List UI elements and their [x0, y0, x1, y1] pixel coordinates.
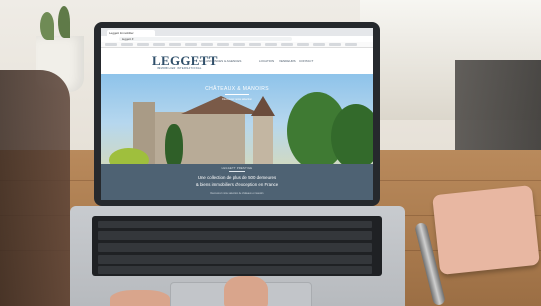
nav-item[interactable]: VENDEURS — [279, 59, 296, 63]
tree — [165, 124, 183, 164]
promo-note: Découvrez notre sélection de châteaux et… — [210, 192, 264, 195]
promo-kicker: LEGGETT PRESTIGE — [221, 167, 253, 170]
hand — [224, 276, 268, 306]
bookmark-item[interactable] — [153, 43, 165, 46]
key — [98, 243, 372, 252]
key — [98, 231, 372, 240]
bookmark-item[interactable] — [105, 43, 117, 46]
keyboard — [92, 216, 382, 276]
bookmark-item[interactable] — [297, 43, 309, 46]
bookmark-item[interactable] — [281, 43, 293, 46]
plant-leaf — [40, 12, 54, 40]
hero-subtitle: Découvrez notre sélection — [222, 98, 252, 101]
bookmark-item[interactable] — [233, 43, 245, 46]
bookmark-item[interactable] — [137, 43, 149, 46]
bookmark-item[interactable] — [313, 43, 325, 46]
key — [98, 266, 372, 274]
bookmark-item[interactable] — [121, 43, 133, 46]
nav-item[interactable]: CONTACT — [299, 59, 313, 63]
bookmark-item[interactable] — [185, 43, 197, 46]
hero-title: CHÂTEAUX & MANOIRS — [205, 86, 269, 92]
hero-divider — [225, 94, 249, 95]
promo-line: & biens immobiliers d'exception en Franc… — [195, 182, 279, 187]
photo-scene: Leggett Immobilier leggett.fr LEGGETT IM… — [0, 0, 541, 306]
bookmark-item[interactable] — [329, 43, 341, 46]
address-bar[interactable]: leggett.fr — [119, 37, 292, 41]
tree — [331, 104, 373, 164]
bookmark-item[interactable] — [217, 43, 229, 46]
site-logo-subtitle: IMMOBILIER INTERNATIONAL — [157, 67, 202, 70]
castle-turret — [253, 116, 273, 164]
notebook — [432, 184, 540, 276]
key — [98, 255, 372, 264]
key — [98, 221, 372, 228]
nav-item[interactable]: LOCATION — [259, 59, 274, 63]
hand — [110, 290, 170, 306]
nav-item[interactable]: NOS ANNONCES & AGENCES — [199, 59, 241, 63]
bookmark-item[interactable] — [249, 43, 261, 46]
promo-divider — [229, 171, 245, 172]
plant-leaf — [58, 6, 70, 38]
bookmark-item[interactable] — [201, 43, 213, 46]
person-silhouette — [0, 70, 70, 306]
laptop-screen: Leggett Immobilier leggett.fr LEGGETT IM… — [101, 28, 373, 200]
bookmark-item[interactable] — [169, 43, 181, 46]
bookmark-item[interactable] — [265, 43, 277, 46]
bookmark-item[interactable] — [345, 43, 357, 46]
promo-line: Une collection de plus de 500 demeures — [197, 175, 277, 180]
